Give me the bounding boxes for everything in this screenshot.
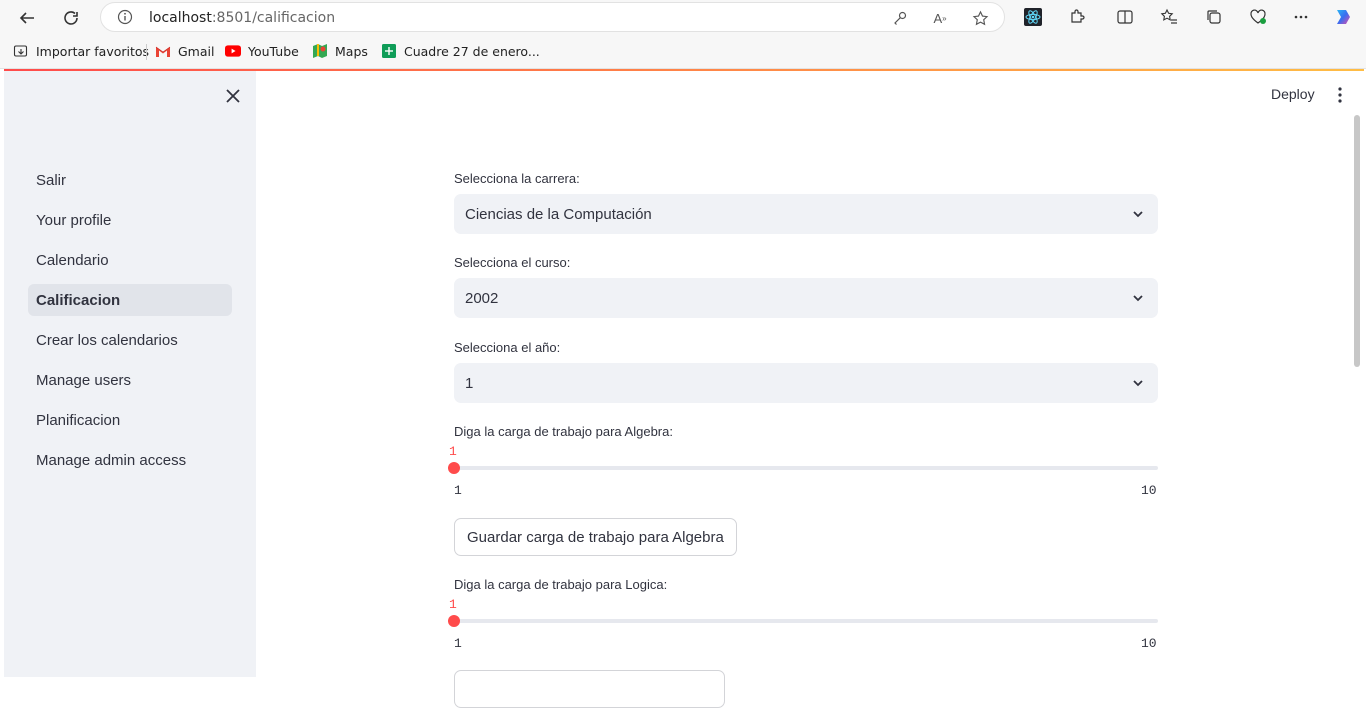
carrera-selected-value: Ciencias de la Computación bbox=[465, 205, 652, 223]
chevron-down-icon bbox=[1132, 376, 1144, 393]
browser-essentials-icon[interactable] bbox=[1247, 6, 1269, 28]
curso-label: Selecciona el curso: bbox=[454, 255, 571, 270]
import-favorites-icon bbox=[13, 43, 29, 59]
maps-icon bbox=[312, 43, 328, 59]
deploy-button[interactable]: Deploy bbox=[1271, 86, 1315, 102]
sidebar-item-label: Calendario bbox=[36, 251, 109, 269]
curso-selected-value: 2002 bbox=[465, 289, 499, 307]
favorite-star-icon[interactable] bbox=[971, 9, 989, 27]
sidebar-item-planificacion[interactable]: Planificacion bbox=[28, 404, 232, 436]
main-content: Deploy Selecciona la carrera: Ciencias d… bbox=[256, 71, 1366, 708]
site-info-icon[interactable] bbox=[117, 9, 133, 30]
url-text: localhost:8501/calificacion bbox=[149, 10, 335, 26]
bookmarks-bar: Importar favoritos Gmail YouTube Maps Cu… bbox=[0, 35, 1366, 69]
back-arrow-icon[interactable] bbox=[14, 5, 40, 31]
algebra-slider-thumb[interactable] bbox=[448, 462, 460, 474]
youtube-icon bbox=[225, 43, 241, 59]
sidebar-item-label: Calificacion bbox=[36, 291, 121, 309]
browser-toolbar: localhost:8501/calificacion A» bbox=[0, 0, 1366, 35]
bookmark-label: Importar favoritos bbox=[36, 43, 150, 59]
read-aloud-icon[interactable]: A» bbox=[931, 9, 949, 27]
save-algebra-button[interactable]: Guardar carga de trabajo para Algebra bbox=[454, 518, 737, 556]
sidebar-item-your-profile[interactable]: Your profile bbox=[28, 204, 232, 236]
url-host: localhost bbox=[149, 10, 212, 26]
chevron-down-icon bbox=[1132, 207, 1144, 224]
sidebar-item-label: Manage admin access bbox=[36, 451, 187, 469]
bookmark-label: Maps bbox=[335, 43, 368, 59]
anio-label: Selecciona el año: bbox=[454, 340, 561, 355]
split-screen-icon[interactable] bbox=[1114, 6, 1136, 28]
main-menu-icon[interactable] bbox=[1330, 85, 1350, 105]
sheets-icon bbox=[381, 43, 397, 59]
logica-slider-track[interactable] bbox=[454, 619, 1158, 623]
extensions-icon[interactable] bbox=[1066, 6, 1088, 28]
collections-icon[interactable] bbox=[1203, 6, 1225, 28]
sidebar-item-label: Crear los calendarios bbox=[36, 331, 178, 349]
more-options-icon[interactable] bbox=[1290, 6, 1312, 28]
bookmark-label: Cuadre 27 de enero... bbox=[404, 43, 540, 59]
sidebar-item-manage-admin-access[interactable]: Manage admin access bbox=[28, 444, 232, 476]
close-sidebar-icon[interactable] bbox=[222, 85, 244, 107]
algebra-slider-max: 10 bbox=[1141, 483, 1157, 498]
bookmark-youtube[interactable]: YouTube bbox=[225, 43, 299, 59]
bookmark-label: Gmail bbox=[178, 43, 215, 59]
sidebar-item-label: Planificacion bbox=[36, 411, 121, 429]
favorites-list-icon[interactable] bbox=[1158, 6, 1180, 28]
algebra-slider-track[interactable] bbox=[454, 466, 1158, 470]
url-path: :8501/calificacion bbox=[211, 10, 336, 26]
react-devtools-icon[interactable] bbox=[1022, 6, 1044, 28]
anio-selected-value: 1 bbox=[465, 374, 474, 392]
sidebar-item-label: Your profile bbox=[36, 211, 112, 229]
sidebar-item-calificacion[interactable]: Calificacion bbox=[28, 284, 232, 316]
save-logica-button[interactable] bbox=[454, 670, 725, 708]
refresh-icon[interactable] bbox=[58, 5, 84, 31]
sidebar-item-crear-calendarios[interactable]: Crear los calendarios bbox=[28, 324, 232, 356]
sidebar-item-manage-users[interactable]: Manage users bbox=[28, 364, 232, 396]
algebra-slider-min: 1 bbox=[454, 483, 462, 498]
scrollbar[interactable] bbox=[1354, 115, 1360, 367]
algebra-slider-value: 1 bbox=[449, 444, 457, 459]
logica-slider-min: 1 bbox=[454, 636, 462, 651]
bookmark-maps[interactable]: Maps bbox=[312, 43, 368, 59]
algebra-slider-label: Diga la carga de trabajo para Algebra: bbox=[454, 424, 673, 439]
anio-select[interactable]: 1 bbox=[454, 363, 1158, 403]
sidebar-item-label: Salir bbox=[36, 171, 67, 189]
curso-select[interactable]: 2002 bbox=[454, 278, 1158, 318]
logica-slider-label: Diga la carga de trabajo para Logica: bbox=[454, 577, 668, 592]
logica-slider-value: 1 bbox=[449, 597, 457, 612]
gmail-icon bbox=[155, 43, 171, 59]
bookmark-gmail[interactable]: Gmail bbox=[155, 43, 214, 59]
sidebar-item-salir[interactable]: Salir bbox=[28, 164, 232, 196]
sidebar-item-calendario[interactable]: Calendario bbox=[28, 244, 232, 276]
bookmark-label: YouTube bbox=[248, 43, 299, 59]
chevron-down-icon bbox=[1132, 291, 1144, 308]
key-icon[interactable] bbox=[891, 9, 909, 27]
logica-slider-max: 10 bbox=[1141, 636, 1157, 651]
bookmark-divider bbox=[146, 44, 147, 60]
copilot-icon[interactable] bbox=[1332, 6, 1354, 28]
sidebar: Salir Your profile Calendario Calificaci… bbox=[4, 71, 256, 677]
logica-slider-thumb[interactable] bbox=[448, 615, 460, 627]
address-bar[interactable]: localhost:8501/calificacion A» bbox=[100, 2, 1005, 32]
carrera-select[interactable]: Ciencias de la Computación bbox=[454, 194, 1158, 234]
carrera-label: Selecciona la carrera: bbox=[454, 171, 580, 186]
bookmark-sheet[interactable]: Cuadre 27 de enero... bbox=[381, 43, 540, 59]
sidebar-item-label: Manage users bbox=[36, 371, 132, 389]
bookmark-import-favorites[interactable]: Importar favoritos bbox=[13, 43, 149, 59]
